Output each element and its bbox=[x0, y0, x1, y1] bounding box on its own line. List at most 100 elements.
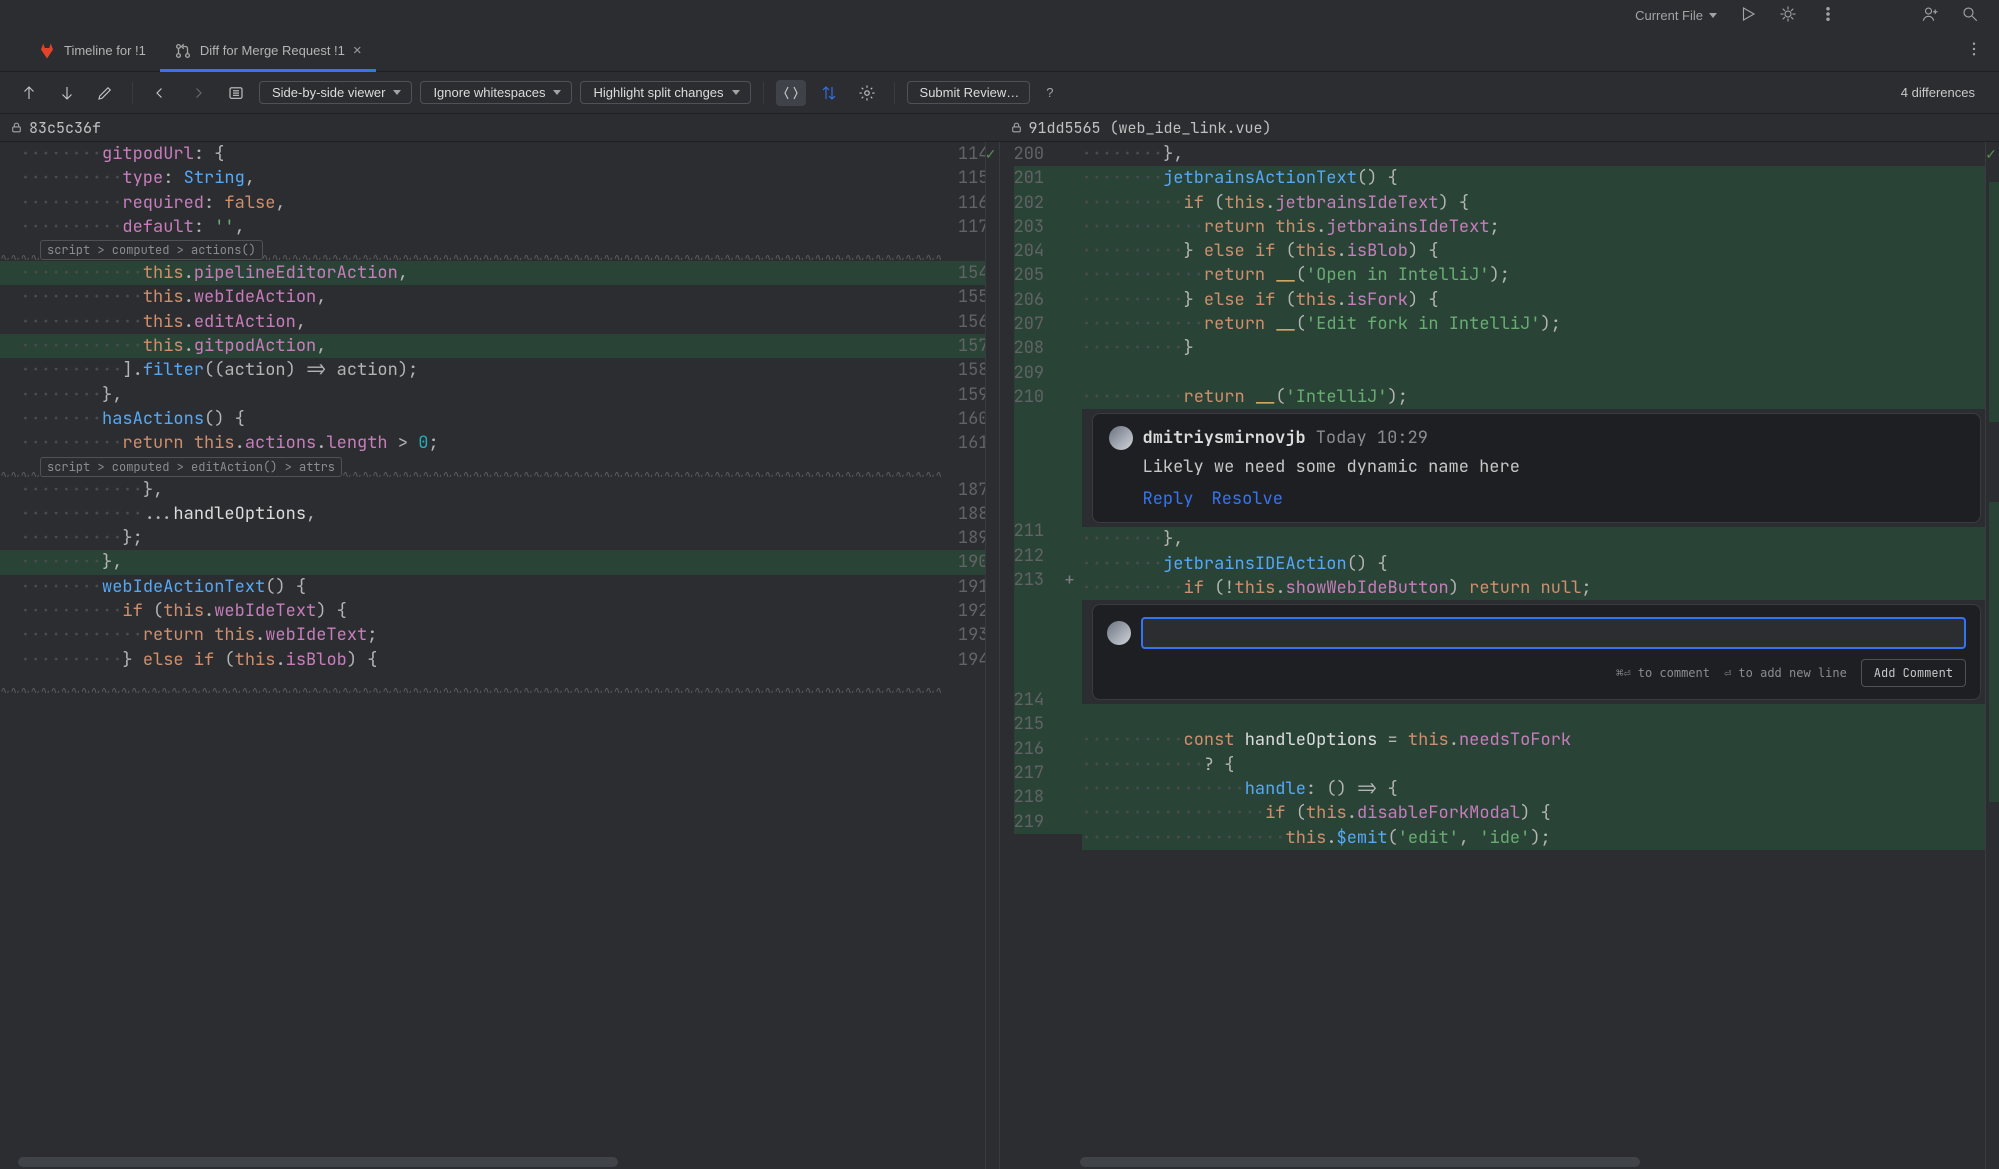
right-diff-pane[interactable]: 2002012022032042052062072082092102112122… bbox=[1000, 142, 1999, 1169]
code-line[interactable] bbox=[1082, 704, 1999, 728]
code-line[interactable]: ····················this.$emit('edit', '… bbox=[1082, 826, 1999, 850]
code-line[interactable]: ··················if (this.disableForkMo… bbox=[1082, 801, 1999, 825]
run-icon[interactable] bbox=[1739, 5, 1757, 26]
fold-indicator[interactable]: ∿∿∿∿∿∿∿∿∿∿∿∿∿∿∿∿∿∿∿∿∿∿∿∿∿∿∿∿∿∿∿∿∿∿∿∿∿∿∿∿… bbox=[0, 239, 941, 261]
fold-indicator[interactable]: ∿∿∿∿∿∿∿∿∿∿∿∿∿∿∿∿∿∿∿∿∿∿∿∿∿∿∿∿∿∿∿∿∿∿∿∿∿∿∿∿… bbox=[0, 672, 941, 694]
code-line[interactable]: ········jetbrainsIDEAction() { bbox=[1082, 552, 1999, 576]
code-line[interactable]: ··········default: '', bbox=[0, 215, 941, 239]
left-revision: 83c5c36f bbox=[29, 118, 101, 138]
diff-count: 4 differences bbox=[1901, 85, 1985, 100]
code-line[interactable]: ········jetbrainsActionText() { bbox=[1082, 166, 1999, 190]
code-line[interactable]: ········}, bbox=[1082, 142, 1999, 166]
back-icon[interactable] bbox=[145, 80, 175, 106]
line-number: 156 bbox=[941, 310, 989, 334]
prev-change-icon[interactable] bbox=[14, 80, 44, 106]
code-line[interactable]: ··········if (this.jetbrainsIdeText) { bbox=[1082, 191, 1999, 215]
highlight-dropdown[interactable]: Highlight split changes bbox=[580, 81, 750, 104]
tab-label: Diff for Merge Request !1 bbox=[200, 43, 345, 58]
collapse-icon[interactable] bbox=[776, 80, 806, 106]
line-number: 161 bbox=[941, 431, 989, 455]
submit-review-button[interactable]: Submit Review… bbox=[907, 81, 1031, 104]
code-line[interactable]: ············return __('Edit fork in Inte… bbox=[1082, 312, 1999, 336]
left-scrollbar[interactable] bbox=[18, 1157, 618, 1167]
viewer-mode-dropdown[interactable]: Side-by-side viewer bbox=[259, 81, 412, 104]
code-line[interactable]: ············return this.webIdeText; bbox=[0, 623, 941, 647]
comment-body: Likely we need some dynamic name here bbox=[1143, 456, 1965, 478]
comment-input[interactable] bbox=[1141, 617, 1967, 649]
code-line[interactable]: ··········return this.actions.length > 0… bbox=[0, 431, 941, 455]
line-number bbox=[1014, 409, 1058, 519]
settings-icon[interactable] bbox=[852, 80, 882, 106]
whitespace-dropdown[interactable]: Ignore whitespaces bbox=[420, 81, 572, 104]
submit-review-label: Submit Review… bbox=[920, 85, 1020, 100]
code-line[interactable]: ··········if (this.webIdeText) { bbox=[0, 599, 941, 623]
code-line[interactable]: ················handle: () => { bbox=[1082, 777, 1999, 801]
line-number: 159 bbox=[941, 383, 989, 407]
resolve-link[interactable]: Resolve bbox=[1212, 488, 1283, 510]
avatar bbox=[1109, 426, 1133, 450]
search-icon[interactable] bbox=[1961, 5, 1979, 26]
line-number: 208 bbox=[1014, 336, 1058, 360]
list-icon[interactable] bbox=[221, 80, 251, 106]
left-minimap[interactable]: ✓ bbox=[985, 142, 999, 1169]
code-line[interactable]: ··········} bbox=[1082, 336, 1999, 360]
code-line[interactable]: ··········const handleOptions = this.nee… bbox=[1082, 728, 1999, 752]
code-line[interactable]: ············? { bbox=[1082, 753, 1999, 777]
left-diff-pane[interactable]: ········gitpodUrl: { ··········type: Str… bbox=[0, 142, 1000, 1169]
code-line[interactable]: ··········if (!this.showWebIdeButton) re… bbox=[1082, 576, 1999, 600]
line-number: 187 bbox=[941, 478, 989, 502]
code-line[interactable]: ··········type: String, bbox=[0, 166, 941, 190]
code-line[interactable]: ··········} else if (this.isBlob) { bbox=[0, 648, 941, 672]
status-ok-icon: ✓ bbox=[985, 146, 997, 163]
debug-icon[interactable] bbox=[1779, 5, 1797, 26]
next-change-icon[interactable] bbox=[52, 80, 82, 106]
code-line[interactable]: ········hasActions() { bbox=[0, 407, 941, 431]
code-line[interactable]: ··········return __('IntelliJ'); bbox=[1082, 385, 1999, 409]
fold-indicator[interactable]: ∿∿∿∿∿∿∿∿∿∿∿∿∿∿∿∿∿∿∿∿∿∿∿∿∿∿∿∿∿∿∿∿∿∿∿∿∿∿∿∿… bbox=[0, 456, 941, 478]
right-scrollbar[interactable] bbox=[1080, 1157, 1640, 1167]
tab-timeline[interactable]: Timeline for !1 bbox=[24, 30, 160, 71]
code-line[interactable]: ········}, bbox=[0, 383, 941, 407]
line-number: 207 bbox=[1014, 312, 1058, 336]
line-number: 202 bbox=[1014, 191, 1058, 215]
gitlab-icon bbox=[38, 42, 56, 60]
code-line[interactable]: ········webIdeActionText() { bbox=[0, 575, 941, 599]
code-line[interactable]: ··········} else if (this.isBlob) { bbox=[1082, 239, 1999, 263]
merge-request-icon bbox=[174, 42, 192, 60]
tab-diff[interactable]: Diff for Merge Request !1 × bbox=[160, 30, 376, 71]
right-minimap[interactable]: ✓ bbox=[1985, 142, 1999, 1169]
code-line[interactable]: ············this.editAction, bbox=[0, 310, 941, 334]
code-line[interactable]: ············}, bbox=[0, 478, 941, 502]
code-line[interactable]: ········}, bbox=[0, 550, 941, 574]
run-config-selector[interactable]: Current File bbox=[1635, 8, 1717, 23]
forward-icon[interactable] bbox=[183, 80, 213, 106]
code-line[interactable]: ········}, bbox=[1082, 527, 1999, 551]
code-line[interactable] bbox=[1082, 361, 1999, 385]
code-line[interactable]: ··········required: false, bbox=[0, 191, 941, 215]
comment-time: Today 10:29 bbox=[1316, 427, 1428, 449]
reply-link[interactable]: Reply bbox=[1143, 488, 1194, 510]
code-line[interactable]: ········gitpodUrl: { bbox=[0, 142, 941, 166]
edit-icon[interactable] bbox=[90, 80, 120, 106]
code-line[interactable]: ············this.webIdeAction, bbox=[0, 285, 941, 309]
status-ok-icon: ✓ bbox=[1985, 146, 1997, 163]
code-line[interactable]: ············this.gitpodAction, bbox=[0, 334, 941, 358]
code-line[interactable]: ············this.pipelineEditorAction, bbox=[0, 261, 941, 285]
comment-author: dmitriysmirnovjb bbox=[1143, 427, 1306, 449]
close-icon[interactable]: × bbox=[353, 42, 362, 59]
code-line[interactable]: ··········].filter((action) => action); bbox=[0, 358, 941, 382]
sync-scroll-icon[interactable] bbox=[814, 80, 844, 106]
line-number: 191 bbox=[941, 575, 989, 599]
code-line[interactable]: ············...handleOptions, bbox=[0, 502, 941, 526]
code-line[interactable]: ············return this.jetbrainsIdeText… bbox=[1082, 215, 1999, 239]
tab-menu-icon[interactable] bbox=[1965, 40, 1983, 61]
help-icon[interactable]: ? bbox=[1038, 85, 1061, 100]
line-number: 117 bbox=[941, 215, 989, 239]
more-icon[interactable] bbox=[1819, 5, 1837, 26]
code-line[interactable]: ··········}; bbox=[0, 526, 941, 550]
chevron-down-icon bbox=[393, 90, 401, 95]
code-line[interactable]: ··········} else if (this.isFork) { bbox=[1082, 288, 1999, 312]
add-comment-button[interactable]: Add Comment bbox=[1861, 659, 1966, 687]
code-line[interactable]: ············return __('Open in IntelliJ'… bbox=[1082, 263, 1999, 287]
add-user-icon[interactable] bbox=[1921, 5, 1939, 26]
